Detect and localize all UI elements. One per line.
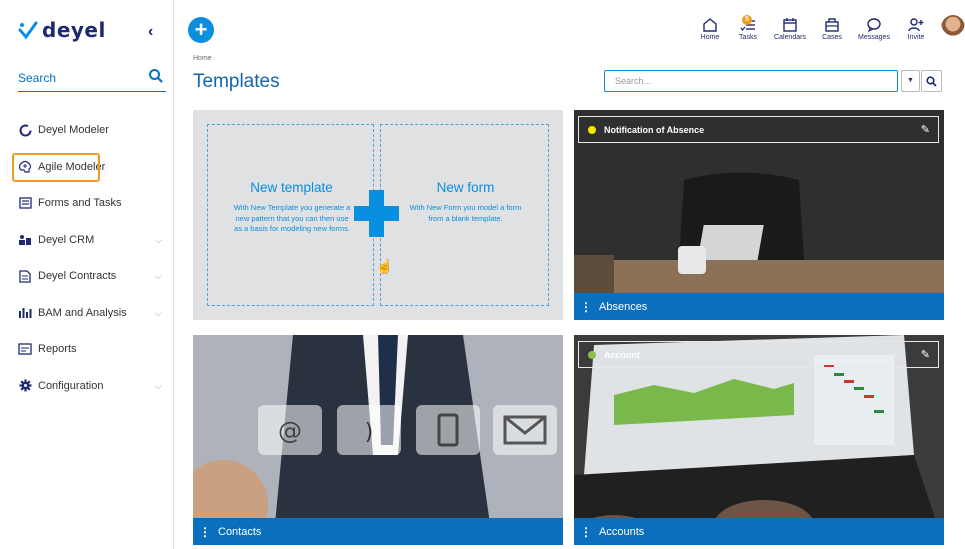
home-icon bbox=[703, 18, 717, 32]
chevron-down-icon: ⌵ bbox=[155, 307, 162, 318]
card-header-title: Notification of Absence bbox=[604, 125, 705, 135]
briefcase-icon bbox=[825, 18, 839, 32]
logo-text: deyel bbox=[42, 18, 106, 42]
add-button[interactable]: + bbox=[188, 17, 214, 43]
invite-icon bbox=[908, 18, 924, 32]
card-header-title: Account bbox=[604, 350, 640, 360]
template-card-accounts[interactable]: Account ✎ ⋮ Accounts bbox=[574, 335, 944, 545]
sidebar-search[interactable]: Search bbox=[18, 66, 166, 92]
card-footer[interactable]: ⋮ Contacts bbox=[193, 518, 563, 545]
page-title: Templates bbox=[193, 71, 280, 92]
new-template-option[interactable]: New template With New Template you gener… bbox=[207, 124, 374, 306]
collapse-sidebar-button[interactable]: ‹ bbox=[148, 23, 153, 41]
topbar-calendars-button[interactable]: Calendars bbox=[767, 17, 813, 47]
sidebar-item-label: Deyel Contracts bbox=[38, 270, 117, 283]
status-dot bbox=[588, 351, 596, 359]
edit-icon[interactable]: ✎ bbox=[921, 123, 930, 136]
message-icon bbox=[867, 18, 881, 32]
form-icon bbox=[18, 196, 32, 210]
sidebar-nav: Deyel Modeler Agile Modeler Forms and Ta… bbox=[0, 112, 174, 404]
topbar-messages-label: Messages bbox=[858, 34, 890, 41]
card-footer-label: Accounts bbox=[599, 525, 645, 538]
new-template-form-card: New template With New Template you gener… bbox=[193, 110, 563, 320]
topbar-invite-label: Invite bbox=[907, 34, 925, 41]
sidebar-item-bam-and-analysis[interactable]: BAM and Analysis ⌵ bbox=[0, 295, 174, 332]
sidebar-item-label: Reports bbox=[38, 343, 77, 356]
edit-icon[interactable]: ✎ bbox=[921, 348, 930, 361]
report-icon bbox=[18, 342, 32, 356]
template-card-absences[interactable]: Notification of Absence ✎ ⋮ Absences bbox=[574, 110, 944, 320]
svg-text:@: @ bbox=[278, 417, 302, 445]
new-template-description: With New Template you generate a new pat… bbox=[233, 203, 351, 233]
card-header: Account ✎ bbox=[578, 341, 939, 368]
sidebar-search-label: Search bbox=[18, 71, 57, 85]
card-footer-label: Contacts bbox=[218, 525, 262, 538]
chevron-down-icon: ⌵ bbox=[155, 234, 162, 245]
breadcrumb[interactable]: Home bbox=[193, 55, 212, 62]
topbar-home-label: Home bbox=[700, 34, 720, 41]
deyel-logo[interactable]: deyel bbox=[18, 18, 106, 42]
more-options-icon[interactable]: ⋮ bbox=[195, 525, 215, 539]
search-dropdown-button[interactable]: ▼ bbox=[901, 70, 920, 92]
search-placeholder: Search... bbox=[615, 76, 652, 86]
template-card-contacts[interactable]: @ ) ⋮ Contacts bbox=[193, 335, 563, 545]
card-header: Notification of Absence ✎ bbox=[578, 116, 939, 143]
sidebar: deyel ‹ Search Deyel Modeler Agile Model… bbox=[0, 0, 174, 549]
sidebar-item-forms-and-tasks[interactable]: Forms and Tasks bbox=[0, 185, 174, 222]
search-icon[interactable] bbox=[148, 68, 164, 84]
card-footer-label: Absences bbox=[599, 300, 648, 313]
chevron-down-icon: ⌵ bbox=[155, 380, 162, 391]
sidebar-item-deyel-modeler[interactable]: Deyel Modeler bbox=[0, 112, 174, 149]
templates-search-input[interactable]: Search... bbox=[604, 70, 898, 92]
topbar-tasks-label: Tasks bbox=[739, 34, 757, 41]
highlight-box bbox=[12, 152, 100, 182]
status-dot bbox=[588, 126, 596, 134]
crm-icon bbox=[18, 233, 32, 247]
topbar-tasks-button[interactable]: 5 Tasks bbox=[729, 15, 767, 47]
sidebar-item-label: Deyel Modeler bbox=[38, 124, 109, 137]
contacts-photo: @ ) bbox=[193, 335, 563, 545]
search-icon bbox=[926, 75, 937, 87]
sidebar-item-deyel-crm[interactable]: Deyel CRM ⌵ bbox=[0, 222, 174, 259]
circle-icon bbox=[18, 123, 32, 137]
sidebar-item-label: Deyel CRM bbox=[38, 233, 95, 246]
topbar-cases-label: Cases bbox=[822, 34, 842, 41]
new-template-title: New template bbox=[250, 180, 333, 195]
hand-cursor-icon: ☝ bbox=[376, 258, 394, 274]
card-footer[interactable]: ⋮ Accounts bbox=[574, 518, 944, 545]
user-avatar[interactable] bbox=[941, 15, 965, 41]
sidebar-item-label: Forms and Tasks bbox=[38, 197, 122, 210]
plus-icon-bar bbox=[354, 206, 399, 221]
tasks-badge: 5 bbox=[742, 15, 752, 25]
calendar-icon bbox=[783, 18, 797, 32]
card-footer[interactable]: ⋮ Absences bbox=[574, 293, 944, 320]
gear-icon bbox=[18, 379, 32, 393]
new-form-option[interactable]: New form With New Form you model a form … bbox=[380, 124, 549, 306]
topbar-invite-button[interactable]: Invite bbox=[897, 17, 935, 47]
more-options-icon[interactable]: ⋮ bbox=[576, 525, 596, 539]
search-button[interactable] bbox=[921, 70, 942, 92]
sidebar-item-agile-modeler[interactable]: Agile Modeler bbox=[0, 149, 174, 186]
sidebar-item-label: BAM and Analysis bbox=[38, 306, 127, 319]
sidebar-item-deyel-contracts[interactable]: Deyel Contracts ⌵ bbox=[0, 258, 174, 295]
logo-mark-icon bbox=[18, 21, 38, 40]
svg-text:): ) bbox=[365, 420, 374, 445]
topbar: + Home 5 Tasks Calendars Cases Messages … bbox=[174, 0, 965, 50]
chevron-down-icon: ⌵ bbox=[155, 271, 162, 281]
sidebar-item-reports[interactable]: Reports bbox=[0, 331, 174, 368]
chart-icon bbox=[18, 306, 32, 320]
new-form-title: New form bbox=[436, 180, 495, 195]
topbar-home-button[interactable]: Home bbox=[691, 17, 729, 47]
contract-icon bbox=[18, 269, 32, 283]
topbar-messages-button[interactable]: Messages bbox=[851, 17, 897, 47]
sidebar-item-label: Configuration bbox=[38, 379, 104, 392]
more-options-icon[interactable]: ⋮ bbox=[576, 300, 596, 314]
top-actions: Home 5 Tasks Calendars Cases Messages In… bbox=[691, 15, 965, 47]
topbar-cases-button[interactable]: Cases bbox=[813, 17, 851, 47]
new-form-description: With New Form you model a form from a bl… bbox=[409, 203, 522, 223]
sidebar-item-configuration[interactable]: Configuration ⌵ bbox=[0, 368, 174, 405]
topbar-calendars-label: Calendars bbox=[774, 34, 806, 41]
